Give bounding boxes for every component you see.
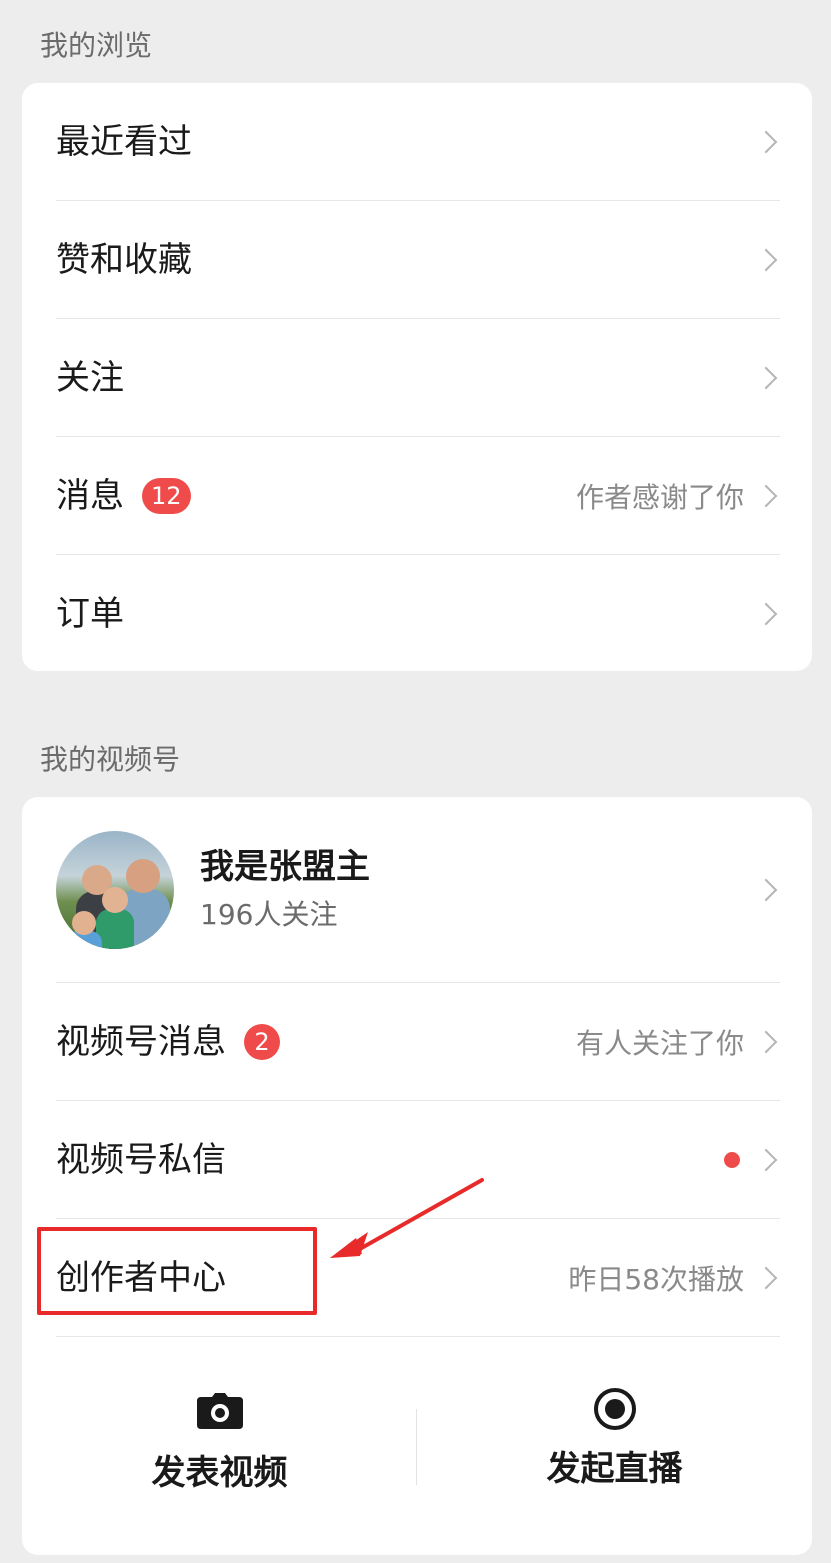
row-hint: 作者感谢了你 (575, 481, 744, 514)
follower-count: 196人关注 (200, 898, 338, 931)
action-label: 发表视频 (151, 1453, 288, 1493)
section-title-browse: 我的浏览 (40, 29, 153, 62)
row-recently-viewed[interactable]: 最近看过 (22, 83, 812, 201)
live-record-icon (593, 1388, 636, 1430)
chevron-right-icon (754, 1266, 778, 1290)
chevron-right-icon (754, 366, 778, 390)
row-likes-favorites[interactable]: 赞和收藏 (22, 201, 812, 319)
divider (416, 1409, 417, 1485)
chevron-right-icon (754, 1148, 778, 1172)
row-label: 最近看过 (56, 122, 192, 162)
browse-card: 最近看过 赞和收藏 关注 消息 12 作者感谢了你 订单 (22, 83, 812, 671)
section-title-channels: 我的视频号 (40, 743, 181, 776)
row-label: 消息 (56, 476, 124, 516)
row-following[interactable]: 关注 (22, 319, 812, 437)
unread-count-badge: 12 (142, 478, 191, 514)
chevron-right-icon (754, 602, 778, 626)
unread-dot (724, 1152, 740, 1168)
row-label: 关注 (56, 358, 124, 398)
row-channel-messages[interactable]: 视频号消息 2 有人关注了你 (22, 983, 812, 1101)
post-video-button[interactable]: 发表视频 (22, 1337, 417, 1555)
row-label: 订单 (56, 594, 124, 634)
chevron-right-icon (754, 130, 778, 154)
row-label: 赞和收藏 (56, 240, 192, 280)
row-label: 创作者中心 (56, 1258, 226, 1298)
row-hint: 有人关注了你 (575, 1027, 744, 1060)
chevron-right-icon (754, 248, 778, 272)
channel-name: 我是张盟主 (200, 847, 370, 887)
start-live-button[interactable]: 发起直播 (417, 1337, 812, 1555)
row-label: 视频号消息 (56, 1022, 226, 1062)
avatar (56, 831, 174, 949)
channel-profile-row[interactable]: 我是张盟主 196人关注 (22, 797, 812, 983)
action-bar: 发表视频 发起直播 (22, 1337, 812, 1555)
row-label: 视频号私信 (56, 1140, 226, 1180)
row-hint: 昨日58次播放 (568, 1263, 744, 1296)
annotation-arrow-icon (330, 1178, 484, 1258)
unread-count-badge: 2 (244, 1024, 280, 1060)
row-orders[interactable]: 订单 (22, 555, 812, 671)
chevron-right-icon (754, 484, 778, 508)
action-label: 发起直播 (546, 1449, 683, 1489)
camera-icon (196, 1393, 243, 1429)
row-messages[interactable]: 消息 12 作者感谢了你 (22, 437, 812, 555)
chevron-right-icon (754, 878, 778, 902)
chevron-right-icon (754, 1030, 778, 1054)
